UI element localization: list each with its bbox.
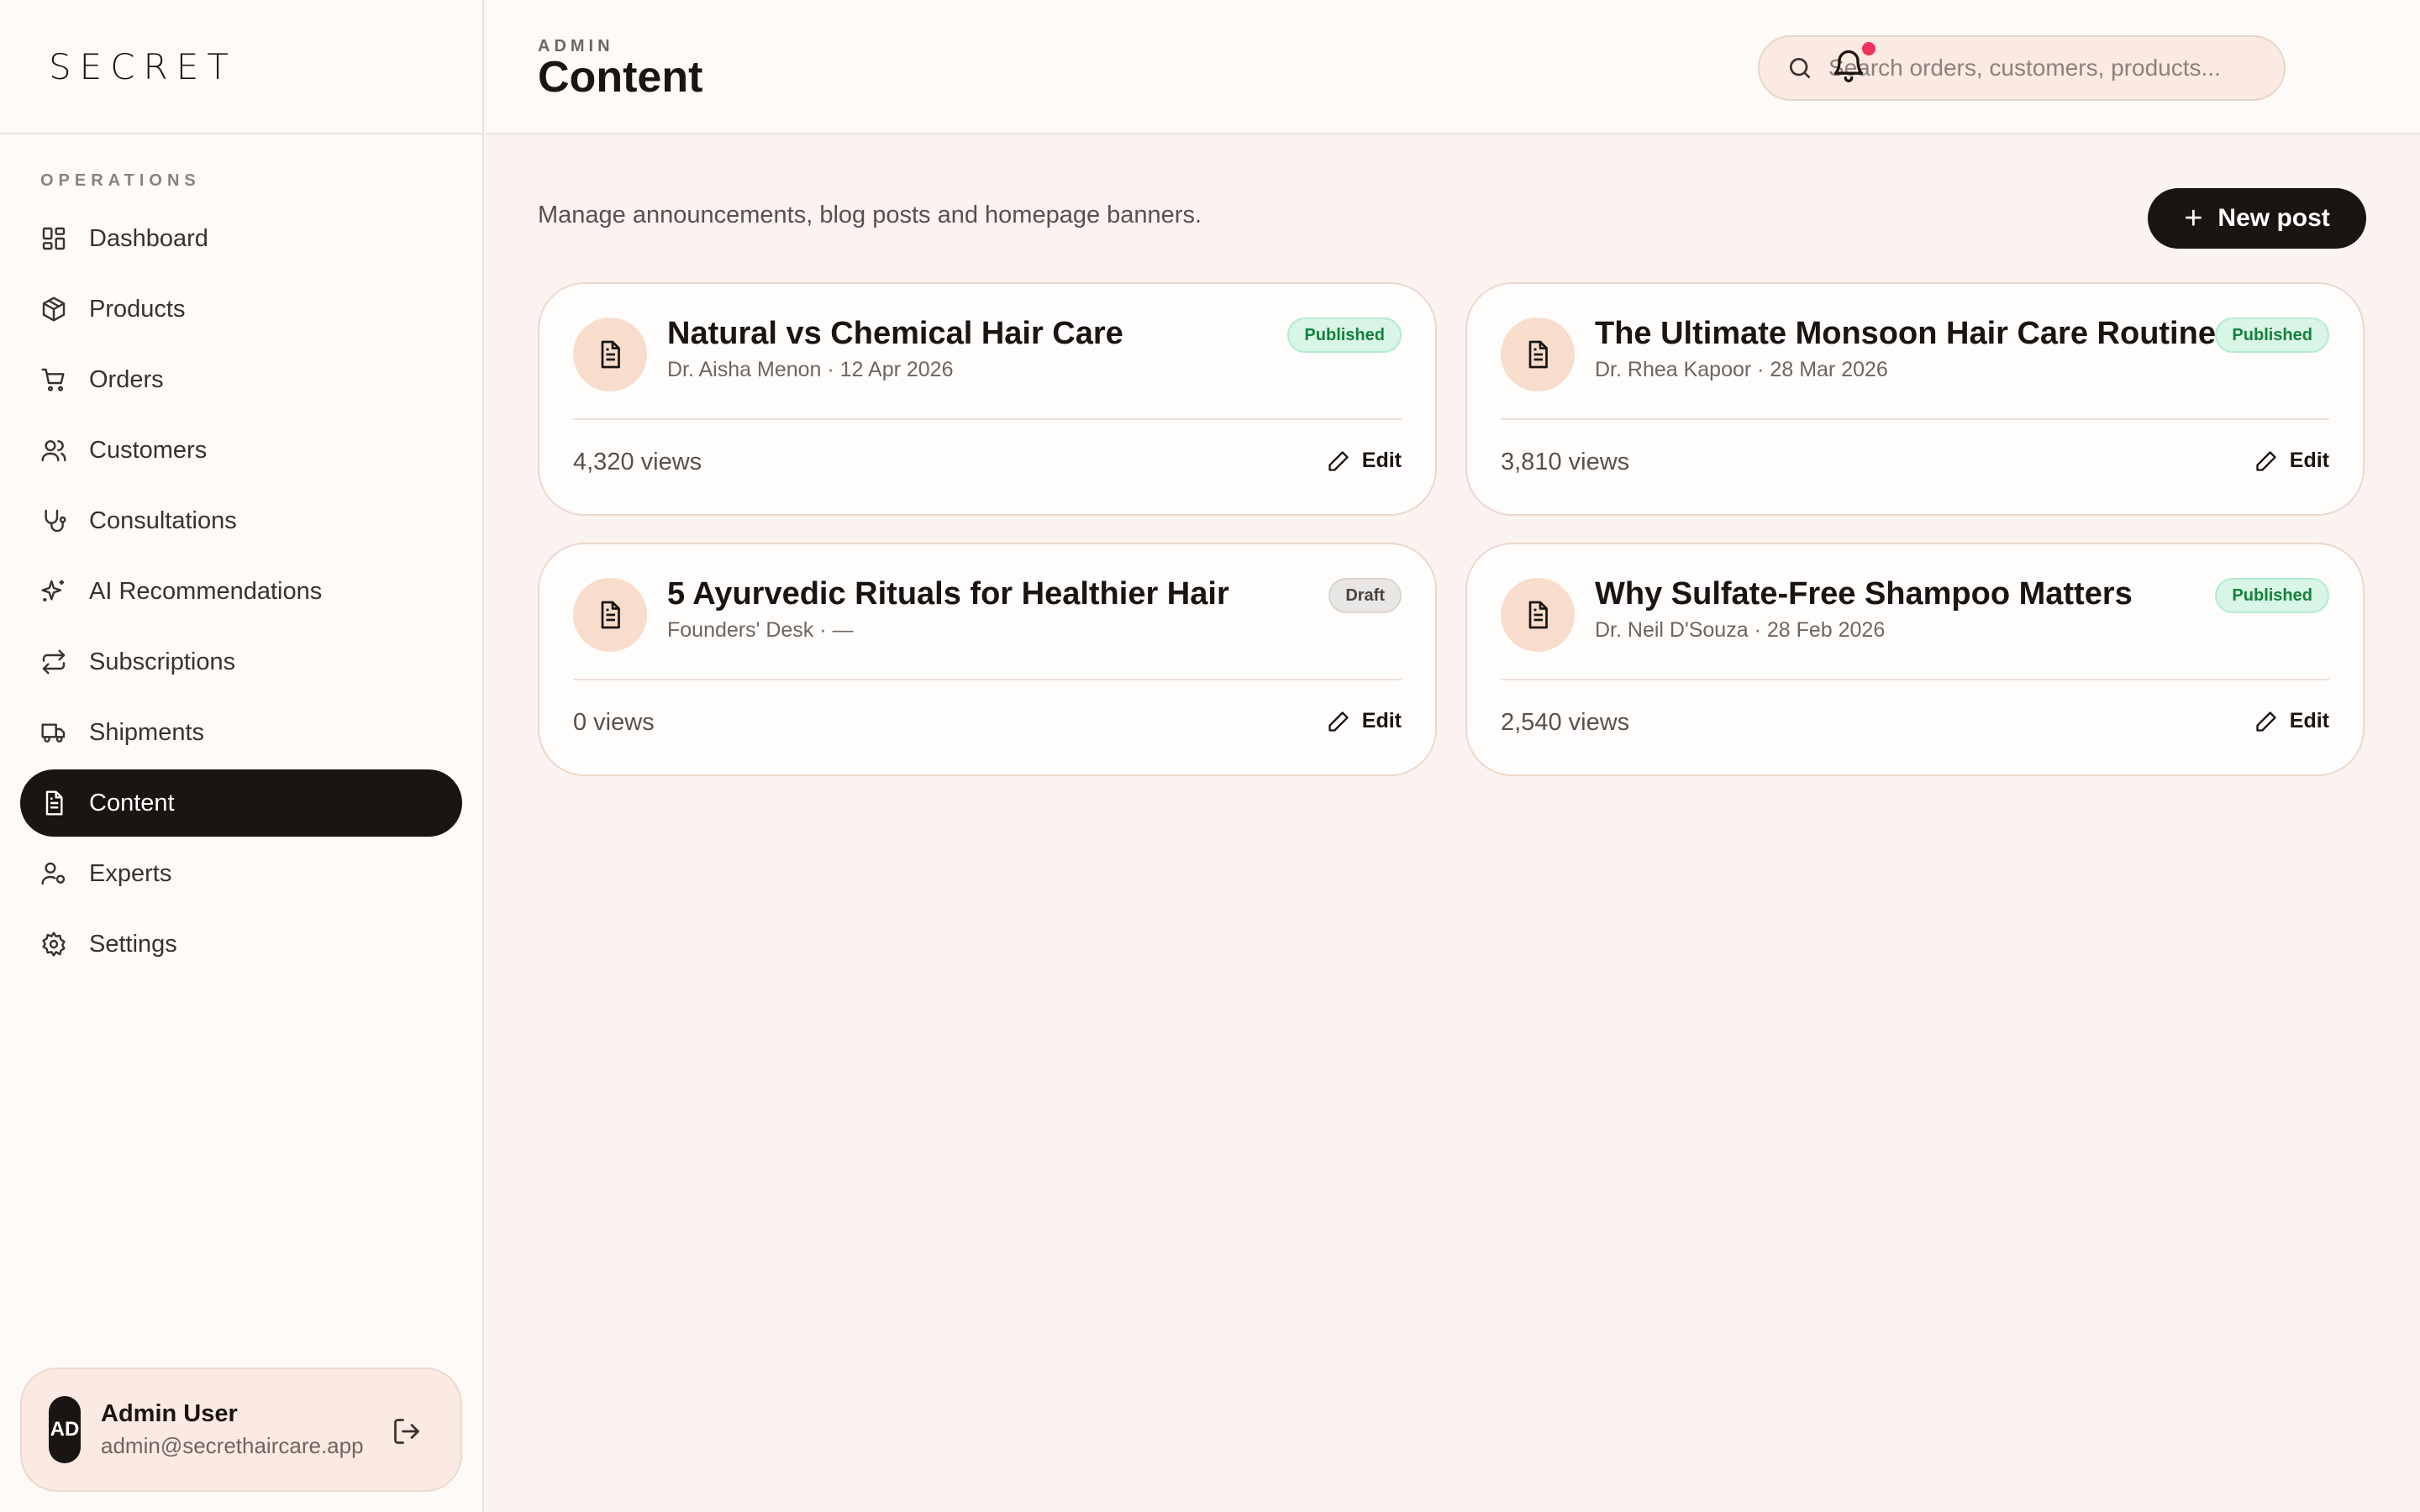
brand-logo[interactable]: SECRET bbox=[49, 46, 237, 87]
sidebar-item-label: AI Recommendations bbox=[89, 577, 323, 605]
sidebar-item-products[interactable]: Products bbox=[20, 276, 462, 343]
notification-bell-icon[interactable] bbox=[1830, 45, 1867, 86]
document-icon bbox=[40, 790, 67, 816]
post-card[interactable]: Why Sulfate-Free Shampoo Matters Dr. Nei… bbox=[1465, 543, 2365, 776]
post-views: 2,540 views bbox=[1501, 709, 1630, 736]
sidebar-item-label: Products bbox=[89, 295, 186, 323]
post-title[interactable]: Why Sulfate-Free Shampoo Matters bbox=[1595, 576, 2133, 612]
divider bbox=[1501, 679, 2329, 680]
sidebar-item-experts[interactable]: Experts bbox=[20, 840, 462, 907]
pencil-icon bbox=[1328, 711, 1349, 732]
avatar[interactable]: AD bbox=[49, 1396, 81, 1463]
sidebar-item-dashboard[interactable]: Dashboard bbox=[20, 205, 462, 272]
gear-icon bbox=[40, 931, 67, 958]
post-meta: Founders' Desk · — bbox=[667, 618, 854, 642]
sidebar-item-consultations[interactable]: Consultations bbox=[20, 487, 462, 554]
pencil-icon bbox=[1328, 450, 1349, 471]
logout-icon[interactable] bbox=[392, 1416, 422, 1446]
sidebar-item-label: Consultations bbox=[89, 507, 237, 534]
pencil-icon bbox=[2256, 711, 2276, 732]
post-document-icon bbox=[1501, 578, 1575, 652]
sidebar: SECRET OPERATIONS Dashboard Products Ord… bbox=[0, 0, 484, 1512]
sidebar-item-label: Shipments bbox=[89, 718, 205, 746]
sidebar-item-customers[interactable]: Customers bbox=[20, 417, 462, 484]
cart-icon bbox=[40, 366, 67, 393]
post-title[interactable]: The Ultimate Monsoon Hair Care Routine bbox=[1595, 316, 2216, 352]
user-card: AD Admin User admin@secrethaircare.app bbox=[20, 1368, 462, 1492]
post-document-icon bbox=[1501, 318, 1575, 391]
edit-button[interactable]: Edit bbox=[2254, 449, 2329, 473]
edit-button[interactable]: Edit bbox=[2254, 709, 2329, 733]
user-name: Admin User bbox=[101, 1400, 238, 1427]
dashboard-icon bbox=[40, 225, 67, 252]
post-title[interactable]: Natural vs Chemical Hair Care bbox=[667, 316, 1123, 352]
brand: SECRET bbox=[0, 0, 482, 134]
users-icon bbox=[40, 437, 67, 464]
post-document-icon bbox=[573, 318, 647, 391]
sidebar-item-label: Experts bbox=[89, 859, 172, 887]
post-meta: Dr. Rhea Kapoor · 28 Mar 2026 bbox=[1595, 358, 1888, 381]
user-cog-icon bbox=[40, 860, 67, 887]
sidebar-item-label: Orders bbox=[89, 365, 164, 393]
edit-button[interactable]: Edit bbox=[1327, 709, 1402, 733]
sidebar-item-label: Subscriptions bbox=[89, 648, 236, 675]
post-views: 3,810 views bbox=[1501, 449, 1630, 475]
edit-label: Edit bbox=[1361, 449, 1402, 472]
search-input[interactable] bbox=[1827, 54, 2264, 82]
sidebar-item-shipments[interactable]: Shipments bbox=[20, 699, 462, 766]
sidebar-item-label: Dashboard bbox=[89, 224, 208, 252]
notification-dot bbox=[1862, 42, 1876, 55]
post-document-icon bbox=[573, 578, 647, 652]
edit-label: Edit bbox=[2289, 709, 2329, 732]
post-card[interactable]: 5 Ayurvedic Rituals for Healthier Hair F… bbox=[538, 543, 1437, 776]
edit-label: Edit bbox=[1361, 709, 1402, 732]
sidebar-item-ai-recommendations[interactable]: AI Recommendations bbox=[20, 558, 462, 625]
package-icon bbox=[40, 296, 67, 323]
post-title[interactable]: 5 Ayurvedic Rituals for Healthier Hair bbox=[667, 576, 1229, 612]
sidebar-item-settings[interactable]: Settings bbox=[20, 911, 462, 978]
edit-label: Edit bbox=[2289, 449, 2329, 472]
divider bbox=[1501, 418, 2329, 420]
top-header: ADMIN Content bbox=[486, 0, 2420, 134]
sidebar-nav: Dashboard Products Orders Customers Cons… bbox=[20, 205, 462, 981]
pencil-icon bbox=[2256, 450, 2276, 471]
divider bbox=[573, 418, 1402, 420]
post-meta: Dr. Neil D'Souza · 28 Feb 2026 bbox=[1595, 618, 1886, 642]
user-email: admin@secrethaircare.app bbox=[101, 1433, 364, 1458]
user-info: Admin User admin@secrethaircare.app bbox=[101, 1400, 364, 1459]
status-badge: Published bbox=[1287, 318, 1402, 353]
page-title: Content bbox=[538, 53, 703, 102]
plus-icon: + bbox=[2184, 201, 2203, 236]
search-icon bbox=[1790, 58, 1810, 78]
post-views: 4,320 views bbox=[573, 449, 702, 475]
new-post-label: New post bbox=[2217, 204, 2330, 232]
sidebar-item-content[interactable]: Content bbox=[20, 769, 462, 837]
status-badge: Draft bbox=[1328, 578, 1402, 613]
post-card[interactable]: The Ultimate Monsoon Hair Care Routine D… bbox=[1465, 282, 2365, 516]
sparkles-icon bbox=[40, 578, 67, 605]
edit-button[interactable]: Edit bbox=[1327, 449, 1402, 473]
post-card[interactable]: Natural vs Chemical Hair Care Dr. Aisha … bbox=[538, 282, 1437, 516]
sidebar-item-orders[interactable]: Orders bbox=[20, 346, 462, 413]
status-badge: Published bbox=[2215, 578, 2329, 613]
divider bbox=[573, 679, 1402, 680]
sidebar-item-label: Settings bbox=[89, 930, 177, 958]
nav-section-label: OPERATIONS bbox=[40, 171, 201, 190]
new-post-button[interactable]: + New post bbox=[2148, 188, 2366, 249]
sidebar-item-label: Customers bbox=[89, 436, 208, 464]
truck-icon bbox=[40, 719, 67, 746]
post-views: 0 views bbox=[573, 709, 655, 736]
sidebar-item-label: Content bbox=[89, 789, 175, 816]
stethoscope-icon bbox=[40, 507, 67, 534]
sidebar-item-subscriptions[interactable]: Subscriptions bbox=[20, 628, 462, 696]
repeat-icon bbox=[40, 648, 67, 675]
post-meta: Dr. Aisha Menon · 12 Apr 2026 bbox=[667, 358, 954, 381]
page-description: Manage announcements, blog posts and hom… bbox=[538, 202, 1202, 228]
status-badge: Published bbox=[2215, 318, 2329, 353]
